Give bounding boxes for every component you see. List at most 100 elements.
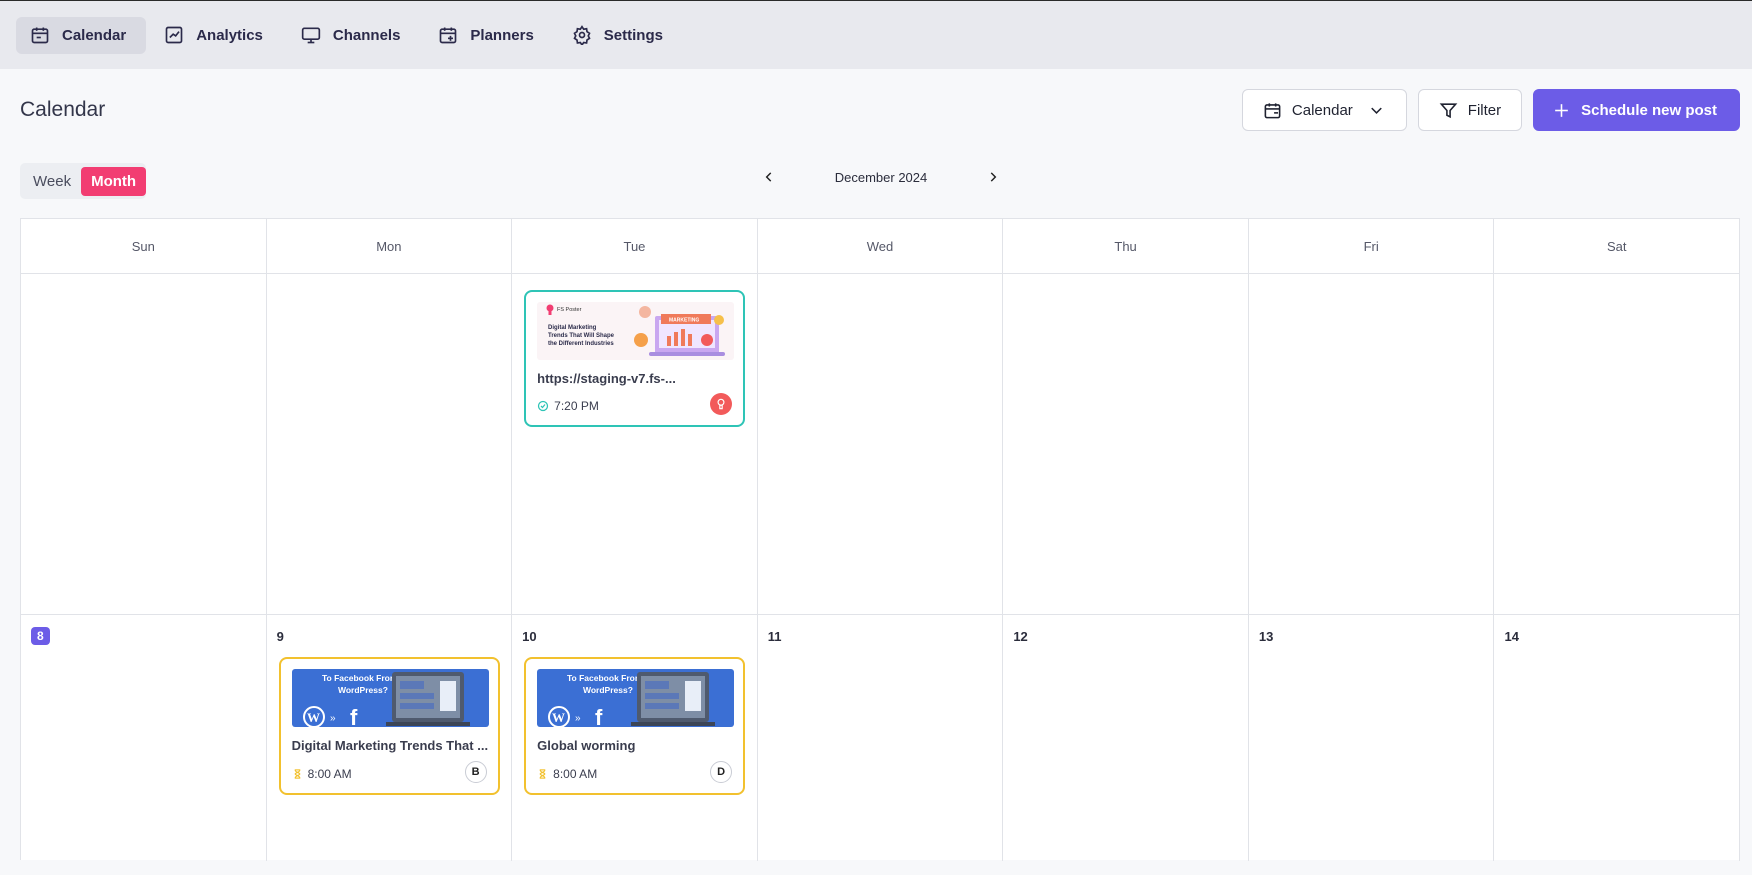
post-title: https://staging-v7.fs-... (537, 371, 676, 386)
nav-label: Analytics (196, 26, 263, 44)
day-number: 10 (522, 629, 537, 644)
post-thumbnail: FS Poster Digital Marketing Trends That … (537, 302, 735, 360)
thumb-line: Digital Marketing (548, 325, 597, 331)
schedule-new-post-button[interactable]: Schedule new post (1533, 89, 1740, 131)
header-actions: Calendar Filter Schedule new post (1241, 89, 1740, 131)
svg-text:W: W (307, 710, 320, 725)
day-cell[interactable]: 9 To Facebook From WordPress? W » f Digi… (267, 615, 513, 861)
dow-mon: Mon (267, 219, 513, 273)
day-cell[interactable] (1249, 274, 1495, 614)
wordpress-to-facebook-illustration: To Facebook From WordPress? W » f (302, 672, 470, 727)
chevron-right-icon (990, 172, 997, 182)
post-title: Digital Marketing Trends That ... (291, 738, 489, 753)
svg-text:f: f (595, 705, 603, 727)
nav-label: Settings (603, 26, 663, 44)
thumb-brand: FS Poster (557, 307, 582, 313)
day-cell[interactable] (758, 274, 1004, 614)
previous-month-button[interactable] (758, 166, 780, 188)
day-cell[interactable]: FS Poster Digital Marketing Trends That … (512, 274, 758, 614)
week-row: FS Poster Digital Marketing Trends That … (21, 274, 1741, 615)
hourglass-icon (294, 769, 300, 779)
day-number: 12 (1013, 629, 1028, 644)
calendar-icon (31, 27, 49, 44)
nav-item-channels[interactable]: Channels (287, 17, 421, 54)
thumb-banner: MARKETING (669, 318, 699, 324)
post-thumbnail: To Facebook From WordPress? W » f (537, 669, 735, 727)
hourglass-icon (539, 769, 546, 779)
day-cell[interactable] (267, 274, 513, 614)
thumb-line: WordPress? (583, 685, 633, 695)
filter-icon (1439, 102, 1458, 118)
week-row: 8 9 To Facebook From WordPress? W » f Di… (21, 615, 1741, 861)
calendar-icon (1264, 102, 1281, 118)
calendar-grid: Sun Mon Tue Wed Thu Fri Sat FS Poster Di… (20, 218, 1741, 861)
day-cell[interactable] (1003, 274, 1249, 614)
day-cell[interactable]: 13 (1249, 615, 1495, 861)
author-avatar: B (464, 761, 487, 783)
day-number: 11 (767, 629, 782, 644)
dow-wed: Wed (758, 219, 1004, 273)
calendar-plus-icon (440, 27, 457, 44)
day-cell[interactable]: 14 (1494, 615, 1741, 861)
filter-button[interactable]: Filter (1417, 89, 1523, 131)
dow-thu: Thu (1003, 219, 1249, 273)
post-time: 8:00 AM (307, 767, 352, 781)
day-cell[interactable]: 10 To Facebook From WordPress? W » f Glo… (512, 615, 758, 861)
nav-item-planners[interactable]: Planners (424, 17, 553, 54)
thumb-line: Trends That Will Shape (548, 333, 615, 339)
week-view-button[interactable]: Week (23, 167, 81, 196)
brand-logo-icon (717, 398, 725, 410)
page-title: Calendar (20, 98, 106, 121)
schedule-label: Schedule new post (1581, 101, 1717, 119)
next-month-button[interactable] (982, 166, 1004, 188)
thumb-line: To Facebook From (322, 673, 398, 683)
monitor-icon (301, 27, 321, 44)
view-toggle: Week Month (20, 163, 147, 199)
top-navigation: Calendar Analytics Channels Planners Set… (0, 0, 1752, 69)
dow-sat: Sat (1494, 219, 1741, 273)
svg-text:»: » (330, 713, 336, 724)
month-navigation: December 2024 (758, 166, 1004, 188)
promo-illustration: FS Poster Digital Marketing Trends That … (546, 304, 726, 356)
post-card[interactable]: To Facebook From WordPress? W » f (278, 657, 500, 795)
post-card[interactable]: FS Poster Digital Marketing Trends That … (524, 290, 746, 427)
filter-label: Filter (1467, 101, 1502, 119)
nav-label: Channels (332, 26, 401, 44)
gear-icon (573, 25, 591, 45)
day-cell[interactable] (1494, 274, 1741, 614)
day-cell[interactable] (21, 274, 267, 614)
post-meta: 7:20 PM (537, 399, 599, 413)
day-number: 13 (1258, 629, 1274, 644)
nav-label: Planners (470, 26, 534, 44)
day-cell[interactable]: 12 (1003, 615, 1249, 861)
thumb-line: the Different Industries (548, 341, 614, 347)
nav-item-analytics[interactable]: Analytics (150, 17, 283, 54)
current-month-label: December 2024 (834, 169, 928, 185)
day-number-today: 8 (31, 627, 50, 645)
post-meta: 8:00 AM (537, 767, 597, 781)
svg-text:f: f (350, 705, 358, 727)
svg-text:W: W (552, 710, 565, 725)
day-cell[interactable]: 8 (21, 615, 267, 861)
author-avatar: D (710, 761, 733, 783)
thumb-line: WordPress? (338, 685, 388, 695)
calendar-view-select[interactable]: Calendar (1241, 89, 1407, 131)
post-time: 7:20 PM (554, 399, 599, 413)
post-card[interactable]: To Facebook From WordPress? W » f (524, 657, 746, 795)
analytics-icon (165, 26, 183, 44)
chevron-down-icon (1370, 107, 1382, 114)
dow-fri: Fri (1249, 219, 1495, 273)
day-number: 9 (276, 629, 284, 644)
post-meta: 8:00 AM (292, 767, 352, 781)
nav-item-calendar[interactable]: Calendar (16, 16, 147, 54)
nav-item-settings[interactable]: Settings (558, 17, 683, 54)
post-time: 8:00 AM (553, 767, 598, 781)
days-of-week-header: Sun Mon Tue Wed Thu Fri Sat (21, 219, 1741, 274)
chevron-left-icon (765, 172, 772, 182)
month-view-button[interactable]: Month (81, 166, 147, 196)
day-cell[interactable]: 11 (758, 615, 1004, 861)
thumb-line: To Facebook From (567, 673, 643, 683)
wordpress-to-facebook-illustration: To Facebook From WordPress? W » f (548, 672, 716, 727)
post-title: Global worming (537, 738, 636, 753)
calendar-view-select-label: Calendar (1291, 101, 1353, 119)
